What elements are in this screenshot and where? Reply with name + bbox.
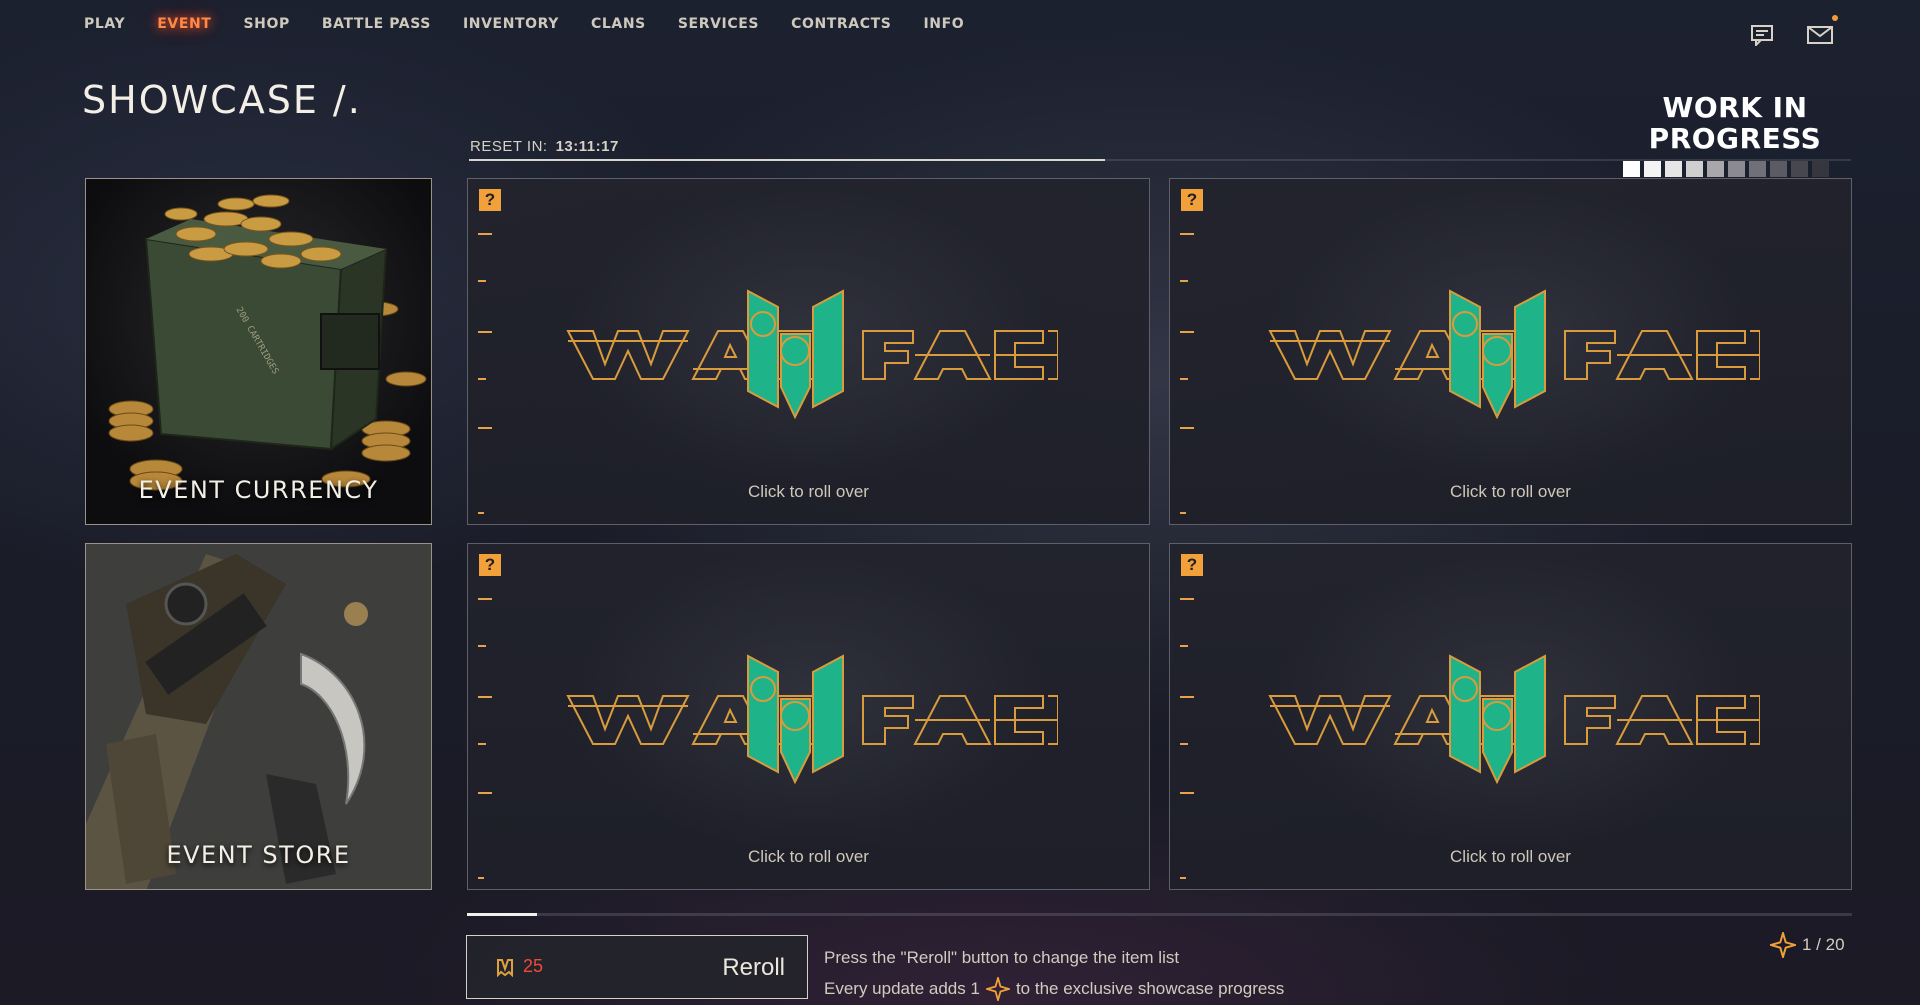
tick xyxy=(478,645,486,647)
wip-segment xyxy=(1728,161,1745,177)
tick xyxy=(1180,331,1194,333)
tick xyxy=(1180,512,1186,514)
rifle-knife-image xyxy=(86,544,431,889)
tick xyxy=(1180,233,1194,235)
warface-logo-icon xyxy=(1269,655,1760,783)
nav-play[interactable]: PLAY xyxy=(84,14,141,36)
nav-contracts[interactable]: CONTRACTS xyxy=(775,14,907,36)
wip-segment xyxy=(1686,161,1703,177)
nav-services[interactable]: SERVICES xyxy=(662,14,775,36)
tick xyxy=(478,792,492,794)
warface-logo-icon xyxy=(1269,290,1760,418)
nav-shop[interactable]: SHOP xyxy=(227,14,305,36)
card-ticks xyxy=(1180,544,1200,889)
reroll-cost: 25 xyxy=(495,956,543,977)
warface-logo-icon xyxy=(567,290,1058,418)
tick xyxy=(478,512,484,514)
card-ticks xyxy=(478,544,498,889)
reroll-button[interactable]: 25 Reroll xyxy=(466,935,808,999)
wip-segment xyxy=(1707,161,1724,177)
tick xyxy=(478,743,486,745)
showcase-card-2[interactable]: ? Click to roll over xyxy=(1169,178,1852,525)
wip-segment xyxy=(1791,161,1808,177)
wip-segment xyxy=(1749,161,1766,177)
tick xyxy=(478,280,486,282)
progress-hint-after: to the exclusive showcase progress xyxy=(1015,979,1285,998)
tick xyxy=(478,233,492,235)
notification-dot xyxy=(1832,15,1838,21)
carousel-track[interactable] xyxy=(467,913,1852,916)
nav-event[interactable]: EVENT xyxy=(141,14,227,36)
tick xyxy=(1180,696,1194,698)
tick xyxy=(478,877,484,879)
tick xyxy=(1180,743,1188,745)
tick xyxy=(478,427,492,429)
reroll-cost-value: 25 xyxy=(523,956,544,976)
tick xyxy=(478,696,492,698)
wip-segment xyxy=(1812,161,1829,177)
event-currency-label: EVENT CURRENCY xyxy=(138,476,379,504)
reset-progress-fill xyxy=(469,159,1105,161)
reroll-label: Reroll xyxy=(722,954,785,981)
roll-over-label: Click to roll over xyxy=(1450,482,1571,501)
tick xyxy=(478,331,492,333)
wip-segment xyxy=(1665,161,1682,177)
nav-battle-pass[interactable]: BATTLE PASS xyxy=(306,14,447,36)
chat-icon[interactable] xyxy=(1750,24,1776,48)
work-in-progress-badge: WORK IN PROGRESS xyxy=(1621,92,1849,177)
nav-clans[interactable]: CLANS xyxy=(575,14,662,36)
reset-time: 13:11:17 xyxy=(555,138,619,155)
roll-over-label: Click to roll over xyxy=(748,847,869,866)
tick xyxy=(478,378,486,380)
progress-hint: Every update adds 1 to the exclusive sho… xyxy=(824,977,1284,1001)
reroll-hint: Press the "Reroll" button to change the … xyxy=(824,948,1180,967)
tick xyxy=(1180,598,1194,600)
top-icons xyxy=(1750,15,1838,48)
mail-icon[interactable] xyxy=(1806,15,1838,46)
star-icon xyxy=(985,977,1010,1001)
wip-segment xyxy=(1623,161,1640,177)
page-title: SHOWCASE /. xyxy=(82,78,362,122)
card-ticks xyxy=(1180,179,1200,524)
tick xyxy=(1180,427,1194,429)
nav-inventory[interactable]: INVENTORY xyxy=(447,14,575,36)
showcase-card-1[interactable]: ? Click to roll over xyxy=(467,178,1150,525)
roll-over-label: Click to roll over xyxy=(748,482,869,501)
main-nav: PLAY EVENT SHOP BATTLE PASS INVENTORY CL… xyxy=(84,14,980,36)
tick xyxy=(1180,877,1186,879)
wip-segment xyxy=(1770,161,1787,177)
showcase-card-4[interactable]: ? Click to roll over xyxy=(1169,543,1852,890)
tick xyxy=(1180,645,1188,647)
wip-segment xyxy=(1644,161,1661,177)
event-store-label: EVENT STORE xyxy=(166,841,351,869)
event-store-tile[interactable]: EVENT STORE xyxy=(85,543,432,890)
event-currency-tile[interactable]: 200 CARTRIDGES EVENT CURRENCY xyxy=(85,178,432,525)
showcase-card-3[interactable]: ? Click to roll over xyxy=(467,543,1150,890)
reset-timer: RESET IN: 13:11:17 xyxy=(470,138,619,155)
ammo-box-coins-image: 200 CARTRIDGES xyxy=(108,194,427,491)
progress-counter-text: 1 / 20 xyxy=(1802,935,1845,954)
nav-info[interactable]: INFO xyxy=(907,14,980,36)
card-ticks xyxy=(478,179,498,524)
reset-label: RESET IN: xyxy=(470,138,548,155)
warface-logo-icon xyxy=(567,655,1058,783)
wip-text: WORK IN PROGRESS xyxy=(1648,91,1822,155)
progress-hint-before: Every update adds 1 xyxy=(824,979,980,998)
carousel-indicator[interactable] xyxy=(467,913,537,916)
tick xyxy=(1180,378,1188,380)
roll-over-label: Click to roll over xyxy=(1450,847,1571,866)
showcase-progress: 1 / 20 xyxy=(1770,932,1845,958)
tick xyxy=(1180,792,1194,794)
voucher-icon xyxy=(497,958,513,977)
tick xyxy=(1180,280,1188,282)
star-icon xyxy=(1770,932,1796,958)
wip-segments xyxy=(1623,161,1849,177)
tick xyxy=(478,598,492,600)
